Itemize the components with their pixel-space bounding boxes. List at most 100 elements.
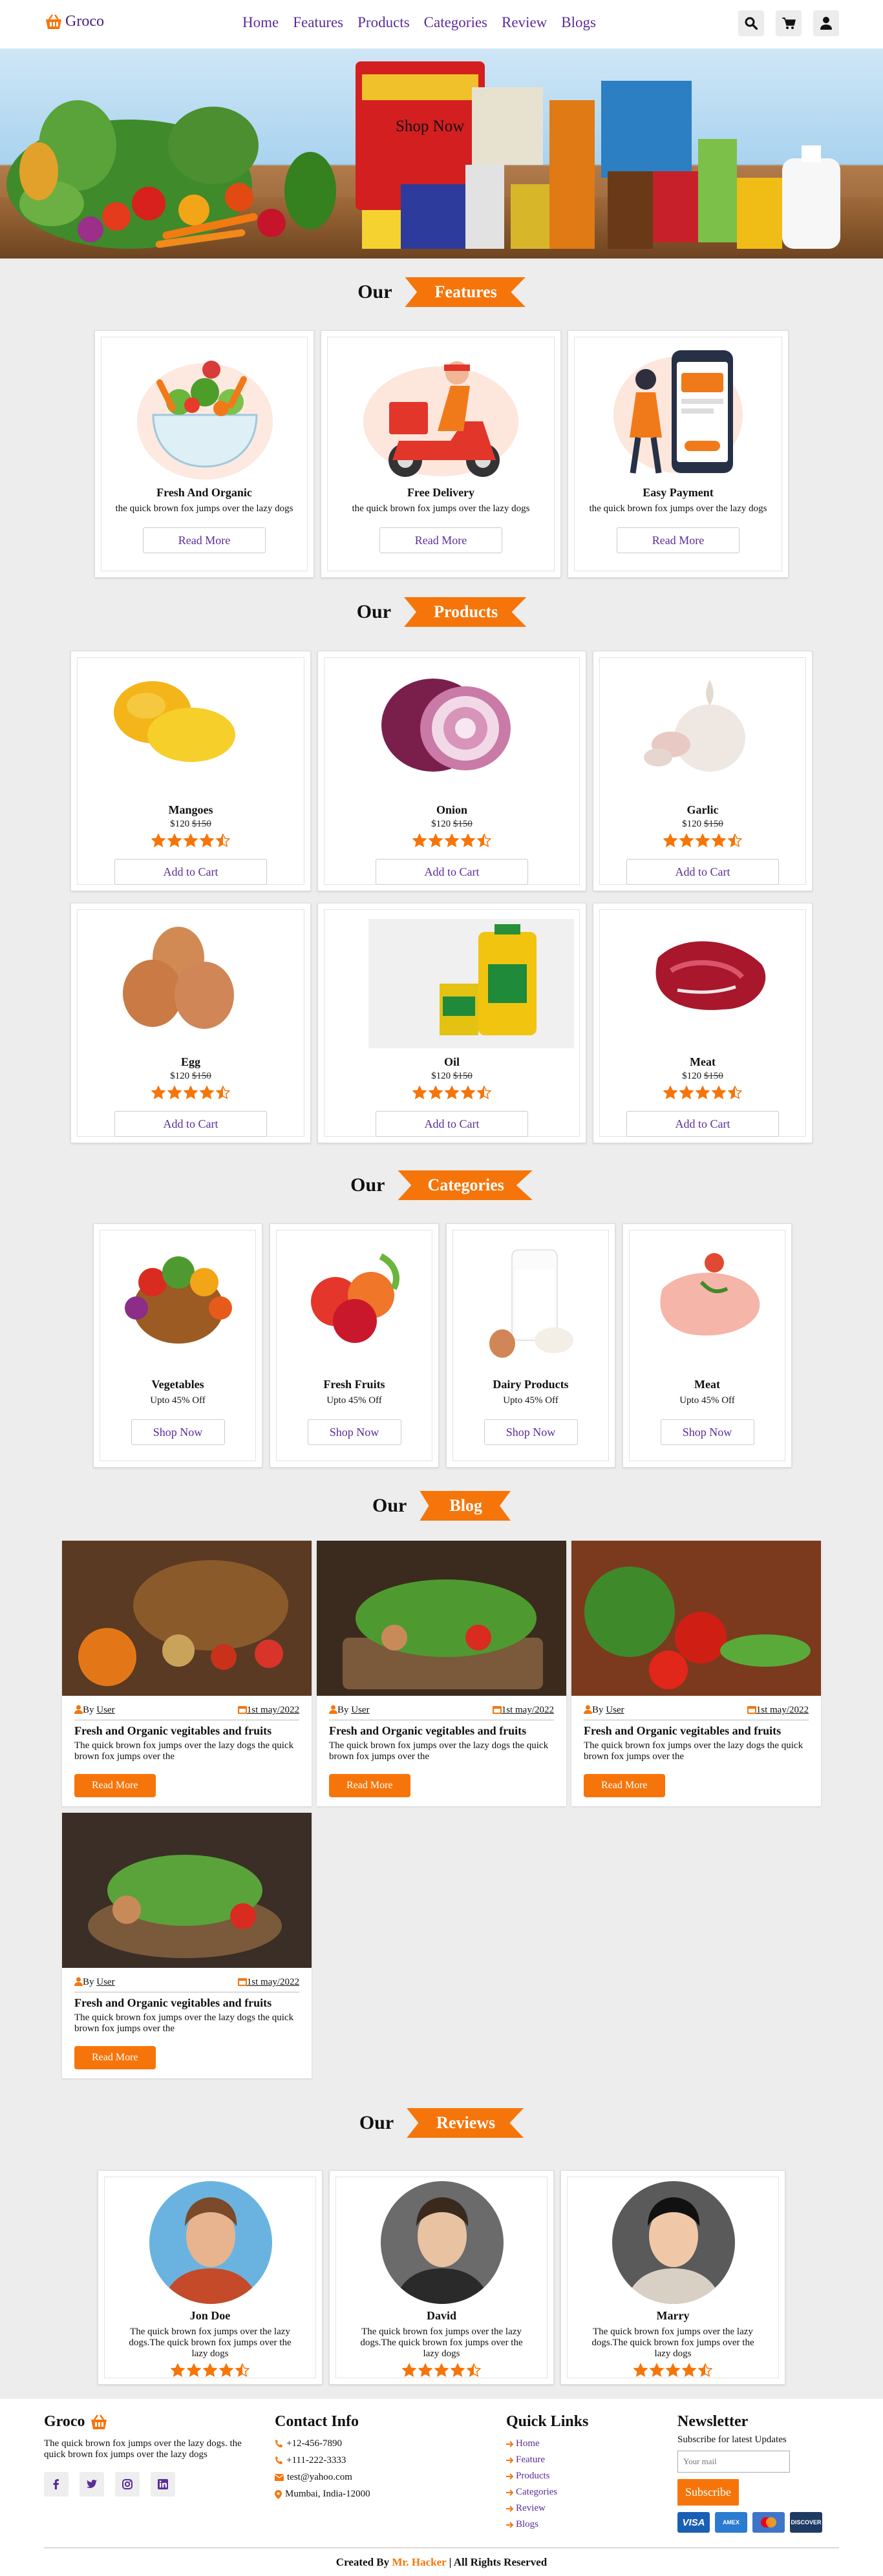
blog-author[interactable]: By User [74,1705,115,1716]
shop-now-button[interactable]: Shop Now [131,1419,225,1445]
star-icon [650,2363,664,2377]
product-price: $120 $150 [170,1071,211,1081]
instagram-button[interactable] [115,2472,140,2497]
shop-now-button[interactable]: Shop Now [660,1419,754,1445]
product-card: Onion $120 $150 Add to Cart [317,651,586,891]
read-more-button[interactable]: Read More [584,1774,665,1797]
facebook-button[interactable] [44,2472,69,2497]
credit-author[interactable]: Mr. Hacker [392,2556,446,2568]
search-button[interactable] [738,10,764,36]
blog-author[interactable]: By User [74,1977,115,1988]
linkedin-button[interactable] [151,2472,175,2497]
quick-link[interactable]: Categories [506,2487,635,2498]
logo[interactable]: Groco [44,13,104,30]
quick-link[interactable]: Home [506,2438,635,2449]
blog-date[interactable]: 1st may/2022 [237,1977,299,1988]
nav-categories[interactable]: Categories [424,14,487,31]
read-more-button[interactable]: Read More [74,1774,156,1797]
star-icon [477,1086,491,1099]
user-button[interactable] [813,10,839,36]
star-icon [434,2363,449,2377]
star-icon [167,1086,182,1099]
contact-phone-2[interactable]: +111-222-3333 [275,2455,469,2466]
reviewer-name: Marry [656,2309,690,2322]
product-name: Garlic [686,803,719,816]
add-to-cart-button[interactable]: Add to Cart [114,1111,267,1137]
blog-meta: By User 1st may/2022 [317,1705,566,1716]
categories-ribbon: Categories [398,1170,533,1200]
star-icon [712,834,726,847]
category-image [660,1253,760,1336]
quick-link[interactable]: Feature [506,2455,635,2465]
add-to-cart-button[interactable]: Add to Cart [376,859,528,885]
site-header: Groco Home Features Products Categories … [0,0,883,48]
footer-contact: Contact Info +12-456-7890 +111-222-3333 … [275,2413,469,2500]
payment-cards: VISA AMEX DISCOVER [677,2512,846,2533]
cart-button[interactable] [776,10,802,36]
add-to-cart-button[interactable]: Add to Cart [114,859,267,885]
read-more-button[interactable]: Read More [379,527,502,553]
quick-link[interactable]: Review [506,2503,635,2514]
hero-shop-now-link[interactable]: Shop Now [396,118,464,136]
product-card: Egg $120 $150 Add to Cart [70,903,311,1143]
add-to-cart-button[interactable]: Add to Cart [626,859,779,885]
star-icon [679,834,694,847]
nav-products[interactable]: Products [357,14,410,31]
nav-features[interactable]: Features [293,14,343,31]
visa-card-icon: VISA [677,2512,710,2533]
contact-address[interactable]: Mumbai, India-12000 [275,2489,469,2500]
shop-now-button[interactable]: Shop Now [484,1419,578,1445]
category-image [489,1249,573,1358]
quick-link[interactable]: Products [506,2471,635,2482]
phone-icon [275,2440,283,2448]
nav-home[interactable]: Home [242,14,279,31]
nav-blogs[interactable]: Blogs [561,14,596,31]
newsletter-title: Newsletter [677,2413,749,2430]
blog-date[interactable]: 1st may/2022 [747,1705,809,1716]
read-more-button[interactable]: Read More [329,1774,410,1797]
read-more-button[interactable]: Read More [143,527,266,553]
add-to-cart-button[interactable]: Add to Cart [626,1111,779,1137]
blog-excerpt: The quick brown fox jumps over the lazy … [584,1740,803,1762]
nav-review[interactable]: Review [502,14,547,31]
review-rating [98,2363,322,2377]
category-name: Vegetables [151,1378,204,1391]
contact-email[interactable]: test@yahoo.com [275,2472,469,2483]
category-offer: Upto 45% Off [150,1395,206,1406]
star-icon [171,2363,185,2377]
quick-links-title: Quick Links [506,2413,589,2430]
product-price: $120 $150 [682,819,723,829]
feature-title: Easy Payment [643,486,714,499]
star-icon [187,2363,201,2377]
shop-now-button[interactable]: Shop Now [307,1419,401,1445]
star-icon [412,1086,427,1099]
add-to-cart-button[interactable]: Add to Cart [376,1111,528,1137]
blog-author[interactable]: By User [329,1705,370,1716]
hero-vegetables-image [6,61,840,249]
basket-icon [44,14,63,30]
product-name: Meat [690,1055,716,1068]
blog-author[interactable]: By User [584,1705,624,1716]
section-our-label: Our [357,281,392,302]
read-more-button[interactable]: Read More [617,527,739,553]
star-icon [184,834,198,847]
subscribe-button[interactable]: Subscribe [677,2479,739,2506]
hero-banner: Shop Now [0,48,883,259]
blog-card: By User 1st may/2022 Fresh and Organic v… [62,1813,312,2078]
footer-newsletter: Newsletter Subscribe for latest Updates … [677,2413,846,2533]
category-card: Meat Upto 45% Off Shop Now [622,1223,792,1468]
category-card: Dairy Products Upto 45% Off Shop Now [446,1223,615,1468]
quick-link[interactable]: Blogs [506,2519,635,2530]
linkedin-icon [158,2479,168,2489]
cart-icon [782,17,796,30]
read-more-button[interactable]: Read More [74,2046,156,2069]
blog-date[interactable]: 1st may/2022 [237,1705,299,1716]
contact-phone-1[interactable]: +12-456-7890 [275,2438,469,2449]
blog-date[interactable]: 1st may/2022 [492,1705,554,1716]
features-heading: Our Features [0,274,883,310]
contact-title: Contact Info [275,2413,359,2430]
blog-excerpt: The quick brown fox jumps over the lazy … [329,1740,549,1762]
review-rating [330,2363,553,2377]
newsletter-email-input[interactable] [677,2451,790,2473]
twitter-button[interactable] [80,2472,104,2497]
